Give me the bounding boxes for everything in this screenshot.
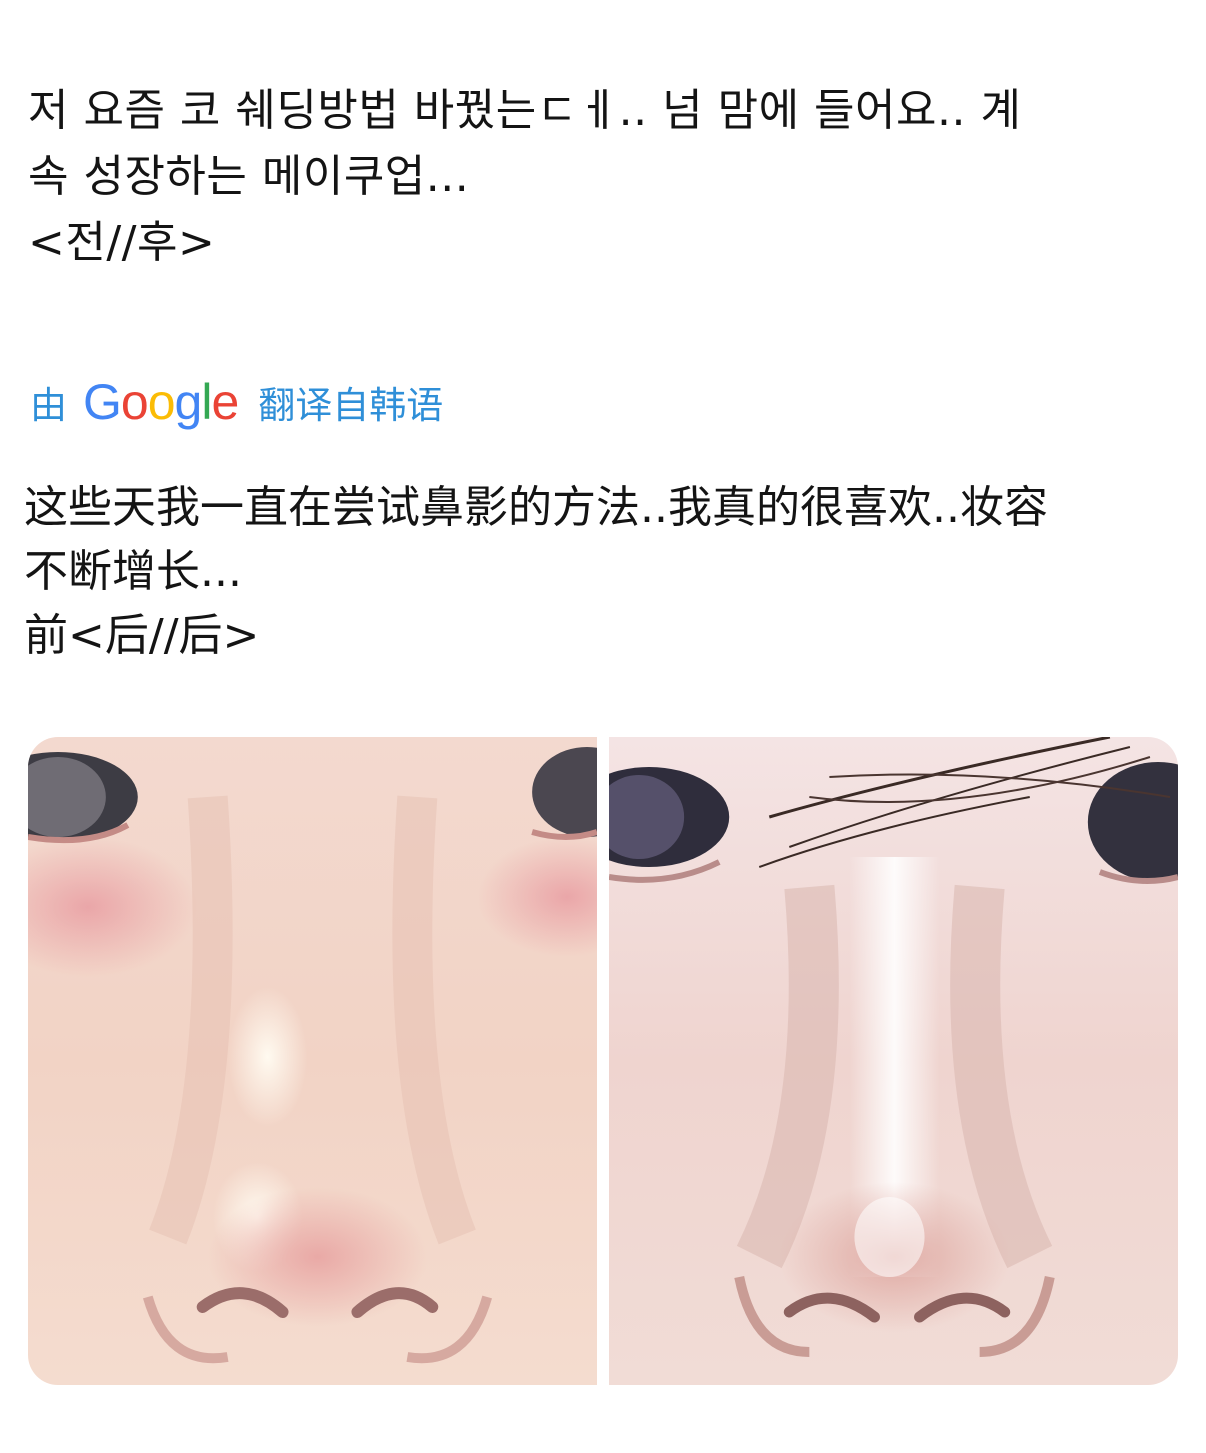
translation-attribution[interactable]: 由 Google 翻译自韩语: [30, 372, 443, 432]
translation-source-language: 翻译自韩语: [258, 384, 444, 427]
photo-grid: [28, 737, 1178, 1385]
translated-tweet-text: 这些天我一直在尝试鼻影的方法..我真的很喜欢..妆容 不断增长... 前<后//…: [24, 482, 1048, 661]
google-logo: Google: [83, 374, 239, 430]
tweet-text: 저 요즘 코 쉐딩방법 바꿨는ㄷㅔ.. 넘 맘에 들어요.. 계 속 성장하는 …: [28, 85, 1022, 268]
before-nose-photo[interactable]: [28, 737, 597, 1385]
after-nose-photo[interactable]: [609, 737, 1178, 1385]
before-photo-illustration: [28, 737, 597, 1385]
after-photo-illustration: [609, 737, 1178, 1385]
translation-prefix: 由: [30, 384, 67, 427]
